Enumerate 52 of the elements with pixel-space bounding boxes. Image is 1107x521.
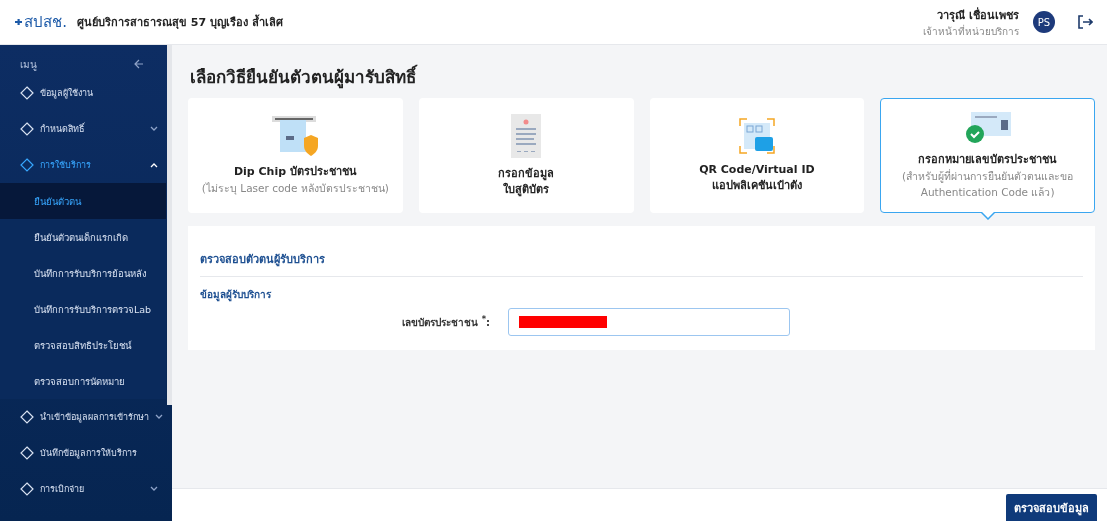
back-arrow-icon[interactable] — [134, 59, 144, 69]
page-title: เลือกวิธียืนยันตัวตนผู้มารับสิทธิ์ — [190, 63, 1095, 90]
user-name: วารุณี เชื่อนเพชร — [937, 6, 1019, 24]
sidebar-item[interactable]: กำหนดสิทธิ์ — [0, 111, 166, 147]
submenu-item[interactable]: ตรวจสอบการนัดหมาย — [0, 363, 166, 399]
verify-button[interactable]: ตรวจสอบข้อมูล — [1006, 494, 1097, 521]
sidebar-item[interactable]: การเบิกจ่าย — [0, 471, 166, 507]
method-card[interactable]: Dip Chip บัตรประชาชน (ไม่ระบุ Laser code หลังบัตรประชาชน) — [188, 98, 403, 213]
card-title: Dip Chip บัตรประชาชน — [233, 163, 357, 180]
card-pointer — [980, 212, 995, 220]
logout-icon[interactable] — [1077, 14, 1093, 30]
id-number-field[interactable] — [508, 308, 790, 336]
diamond-icon — [20, 86, 34, 100]
diamond-icon — [20, 410, 34, 424]
menu-title: เมนู — [20, 57, 37, 72]
method-card[interactable]: QR Code/Virtual ID แอปพลิเคชันเป๋าตัง — [649, 98, 865, 213]
chevron-icon[interactable] — [150, 486, 158, 492]
card-note: (สำหรับผู้ที่ผ่านการยืนยันตัวตนและขอ — [902, 168, 1074, 184]
card-title: QR Code/Virtual ID — [699, 161, 815, 178]
submenu-item[interactable]: ยืนยันตัวตน — [0, 183, 166, 219]
sidebar-item[interactable]: นำเข้าข้อมูลผลการเข้ารักษา — [0, 399, 166, 435]
logo-text: สปสช. — [24, 12, 67, 33]
qr-code-icon — [738, 117, 775, 154]
submenu-item[interactable]: ตรวจสอบสิทธิประโยชน์ — [0, 327, 166, 363]
document-icon — [511, 113, 542, 158]
card-title: กรอกข้อมูล — [498, 165, 555, 182]
submenu-item[interactable]: ยืนยันตัวตนเด็กแรกเกิด — [0, 219, 166, 255]
card-reader-icon — [272, 115, 319, 156]
diamond-icon — [20, 482, 34, 496]
submenu-item[interactable]: บันทึกการรับบริการตรวจLab — [0, 291, 166, 327]
sidebar-item[interactable]: ข้อมูลผู้ใช้งาน — [0, 75, 166, 111]
card-title: ใบสูติบัตร — [503, 181, 550, 198]
diamond-icon — [20, 122, 34, 136]
diamond-icon — [20, 158, 34, 172]
user-role: เจ้าหน้าที่หน่วยบริการ — [923, 23, 1019, 39]
sidebar-item[interactable]: บันทึกข้อมูลการให้บริการ — [0, 435, 166, 471]
card-note: Authentication Code แล้ว) — [920, 184, 1055, 200]
method-card[interactable]: กรอกข้อมูล ใบสูติบัตร — [418, 98, 634, 213]
user-avatar[interactable]: PS — [1033, 11, 1055, 33]
submenu-item[interactable]: บันทึกการรับบริการย้อนหลัง — [0, 255, 166, 291]
chevron-icon[interactable] — [155, 414, 163, 420]
diamond-icon — [20, 446, 34, 460]
sidebar-item[interactable]: การใช้บริการ — [0, 147, 166, 183]
panel-title: ตรวจสอบตัวตนผู้รับบริการ — [200, 250, 1083, 277]
id-card-check-icon — [964, 111, 1011, 144]
card-title: แอปพลิเคชันเป๋าตัง — [711, 177, 802, 194]
card-title: กรอกหมายเลขบัตรประชาชน — [918, 151, 1058, 168]
unit-name: ศูนย์บริการสาธารณสุข 57 บุญเรือง ล้ำเลิศ — [77, 13, 283, 31]
field-label: เลขบัตรประชาชน $^{*}$: — [401, 313, 490, 331]
card-note: (ไม่ระบุ Laser code หลังบัตรประชาชน) — [201, 180, 389, 196]
scrollbar[interactable] — [167, 45, 172, 405]
section-title: ข้อมูลผู้รับบริการ — [200, 288, 272, 302]
